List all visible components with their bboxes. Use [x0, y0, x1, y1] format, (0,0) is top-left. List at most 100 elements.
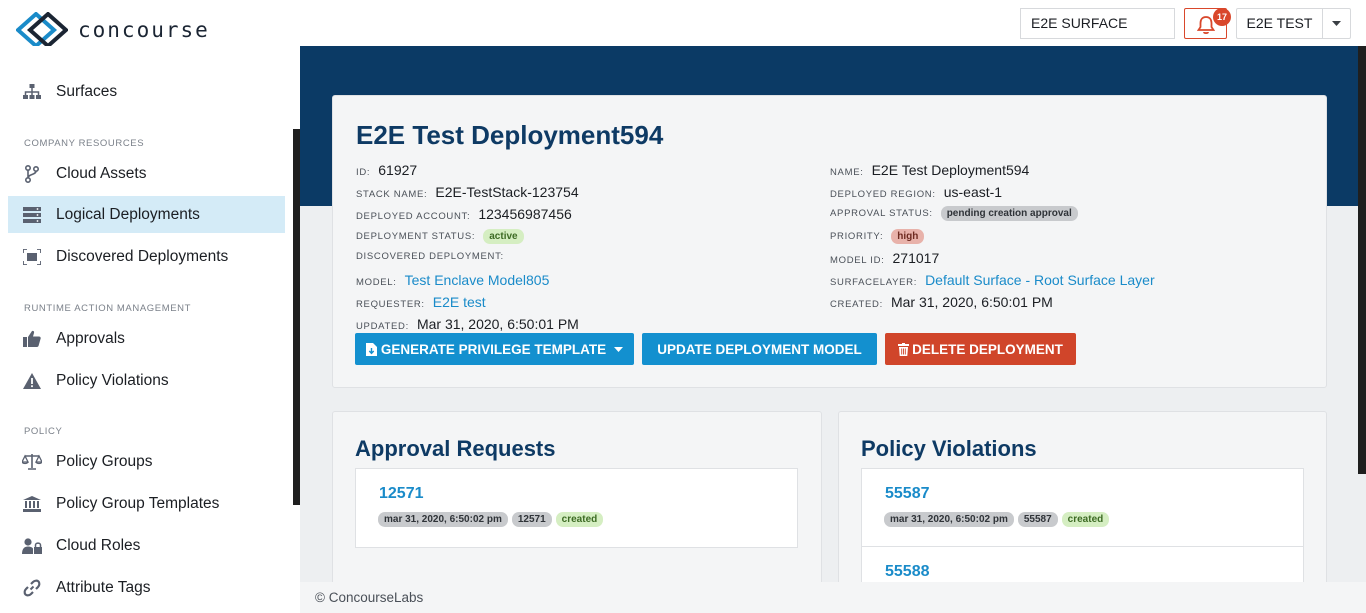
policy-violation-link[interactable]: 55587: [885, 485, 930, 503]
field-label: PRIORITY:: [830, 231, 884, 242]
status-badge: created: [1061, 512, 1110, 527]
field-value: E2E-TestStack-123754: [435, 184, 579, 200]
field-surfacelayer: SURFACELAYER: Default Surface - Root Sur…: [830, 272, 1155, 288]
file-download-icon: [365, 342, 377, 356]
field-label: APPROVAL STATUS:: [830, 208, 933, 219]
sidebar-item-discovered-deployments[interactable]: Discovered Deployments: [8, 238, 285, 275]
field-label: STACK NAME:: [356, 189, 428, 200]
list-item[interactable]: 12571 mar 31, 2020, 6:50:02 pm 12571 cre…: [355, 468, 798, 548]
date-badge: mar 31, 2020, 6:50:02 pm: [378, 512, 508, 527]
id-badge: 12571: [511, 512, 552, 527]
field-value: us-east-1: [943, 184, 1003, 200]
sidebar-item-policy-violations[interactable]: Policy Violations: [8, 362, 285, 399]
sidebar-scrollbar[interactable]: [293, 129, 300, 505]
field-deployed-region: DEPLOYED REGION: us-east-1: [830, 184, 1002, 200]
id-badge: 55587: [1017, 512, 1058, 527]
surfacelayer-link[interactable]: Default Surface - Root Surface Layer: [925, 272, 1155, 288]
scan-icon: [22, 247, 42, 267]
notifications-count-badge: 17: [1213, 8, 1231, 26]
field-requester: REQUESTER: E2E test: [356, 294, 486, 310]
policy-violation-link[interactable]: 55588: [885, 563, 930, 581]
sidebar-item-approvals[interactable]: Approvals: [8, 320, 285, 357]
footer: © ConcourseLabs: [300, 582, 1366, 613]
field-label: UPDATED:: [356, 321, 409, 332]
generate-privilege-template-button[interactable]: GENERATE PRIVILEGE TEMPLATE: [355, 333, 634, 365]
sidebar-item-cloud-assets[interactable]: Cloud Assets: [8, 155, 285, 192]
field-updated: UPDATED: Mar 31, 2020, 6:50:01 PM: [356, 316, 579, 332]
date-badge: mar 31, 2020, 6:50:02 pm: [884, 512, 1014, 527]
approval-status-badge: pending creation approval: [940, 206, 1078, 221]
field-model: MODEL: Test Enclave Model805: [356, 272, 549, 288]
logo-text: concourse: [78, 18, 210, 42]
field-deployment-status: DEPLOYMENT STATUS: active: [356, 229, 524, 244]
sidebar: Surfaces COMPANY RESOURCES Cloud Assets …: [0, 46, 300, 613]
status-badge: created: [555, 512, 604, 527]
field-label: NAME:: [830, 167, 864, 178]
approval-request-link[interactable]: 12571: [379, 485, 424, 503]
section-company-resources: COMPANY RESOURCES: [24, 138, 145, 149]
user-lock-icon: [22, 536, 42, 556]
section-policy: POLICY: [24, 426, 63, 437]
main-content: E2E Test Deployment594 ID: 61927 STACK N…: [300, 46, 1366, 613]
requester-link[interactable]: E2E test: [433, 294, 486, 310]
field-label: MODEL:: [356, 277, 397, 288]
field-id: ID: 61927: [356, 162, 417, 178]
sidebar-item-label: Approvals: [56, 329, 125, 347]
field-label: SURFACELAYER:: [830, 277, 918, 288]
chevron-down-icon[interactable]: [1323, 9, 1350, 38]
sidebar-item-label: Cloud Assets: [56, 164, 147, 182]
code-branch-icon: [22, 164, 42, 184]
section-runtime-action-management: RUNTIME ACTION MANAGEMENT: [24, 303, 192, 314]
model-link[interactable]: Test Enclave Model805: [405, 272, 550, 288]
field-value: Mar 31, 2020, 6:50:01 PM: [890, 294, 1053, 310]
server-icon: [22, 205, 42, 225]
field-stack-name: STACK NAME: E2E-TestStack-123754: [356, 184, 579, 200]
field-label: MODEL ID:: [830, 255, 885, 266]
update-deployment-model-button[interactable]: UPDATE DEPLOYMENT MODEL: [642, 333, 877, 365]
status-badge: active: [483, 229, 524, 244]
sidebar-item-label: Attribute Tags: [56, 578, 151, 596]
main-scrollbar[interactable]: [1358, 46, 1366, 474]
approval-requests-title: Approval Requests: [355, 436, 556, 461]
policy-violation-meta: mar 31, 2020, 6:50:02 pm 55587 created: [884, 512, 1110, 527]
field-value: 123456987456: [478, 206, 572, 222]
generate-button-label: GENERATE PRIVILEGE TEMPLATE: [380, 341, 607, 357]
sidebar-item-surfaces[interactable]: Surfaces: [8, 73, 285, 110]
field-label: DEPLOYMENT STATUS:: [356, 231, 476, 242]
field-label: REQUESTER:: [356, 299, 425, 310]
top-bar: concourse E2E SURFACE 17 E2E TEST: [0, 0, 1366, 48]
sidebar-item-logical-deployments[interactable]: Logical Deployments: [8, 196, 285, 233]
field-label: DISCOVERED DEPLOYMENT:: [356, 251, 504, 262]
field-value: 271017: [892, 250, 940, 266]
concourse-logo-icon: [16, 12, 68, 48]
field-deployed-account: DEPLOYED ACCOUNT: 123456987456: [356, 206, 572, 222]
bank-icon: [22, 494, 42, 514]
policy-violations-title: Policy Violations: [861, 436, 1037, 461]
field-value: E2E Test Deployment594: [871, 162, 1030, 178]
surface-selector[interactable]: E2E SURFACE: [1020, 8, 1175, 39]
field-name: NAME: E2E Test Deployment594: [830, 162, 1029, 178]
priority-badge: high: [891, 229, 925, 244]
delete-deployment-button[interactable]: DELETE DEPLOYMENT: [885, 333, 1076, 365]
sidebar-item-attribute-tags[interactable]: Attribute Tags: [8, 569, 285, 606]
field-label: CREATED:: [830, 299, 883, 310]
user-name: E2E TEST: [1237, 9, 1323, 38]
sidebar-item-label: Policy Violations: [56, 371, 169, 389]
field-created: CREATED: Mar 31, 2020, 6:50:01 PM: [830, 294, 1053, 310]
field-label: DEPLOYED REGION:: [830, 189, 936, 200]
user-menu[interactable]: E2E TEST: [1236, 8, 1351, 39]
field-model-id: MODEL ID: 271017: [830, 250, 939, 266]
sidebar-item-cloud-roles[interactable]: Cloud Roles: [8, 527, 285, 564]
list-item[interactable]: 55587 mar 31, 2020, 6:50:02 pm 55587 cre…: [861, 468, 1304, 547]
field-value: 61927: [378, 162, 418, 178]
sidebar-item-label: Logical Deployments: [56, 205, 200, 223]
sidebar-item-label: Cloud Roles: [56, 536, 141, 554]
deployment-details-card: E2E Test Deployment594 ID: 61927 STACK N…: [332, 95, 1327, 388]
sidebar-item-policy-groups[interactable]: Policy Groups: [8, 443, 285, 480]
concourse-logo[interactable]: concourse: [16, 12, 210, 48]
trash-icon: [898, 342, 910, 356]
sidebar-item-policy-group-templates[interactable]: Policy Group Templates: [8, 485, 285, 522]
link-icon: [22, 578, 42, 598]
caret-down-icon: [614, 346, 624, 352]
field-discovered-deployment: DISCOVERED DEPLOYMENT:: [356, 251, 512, 262]
